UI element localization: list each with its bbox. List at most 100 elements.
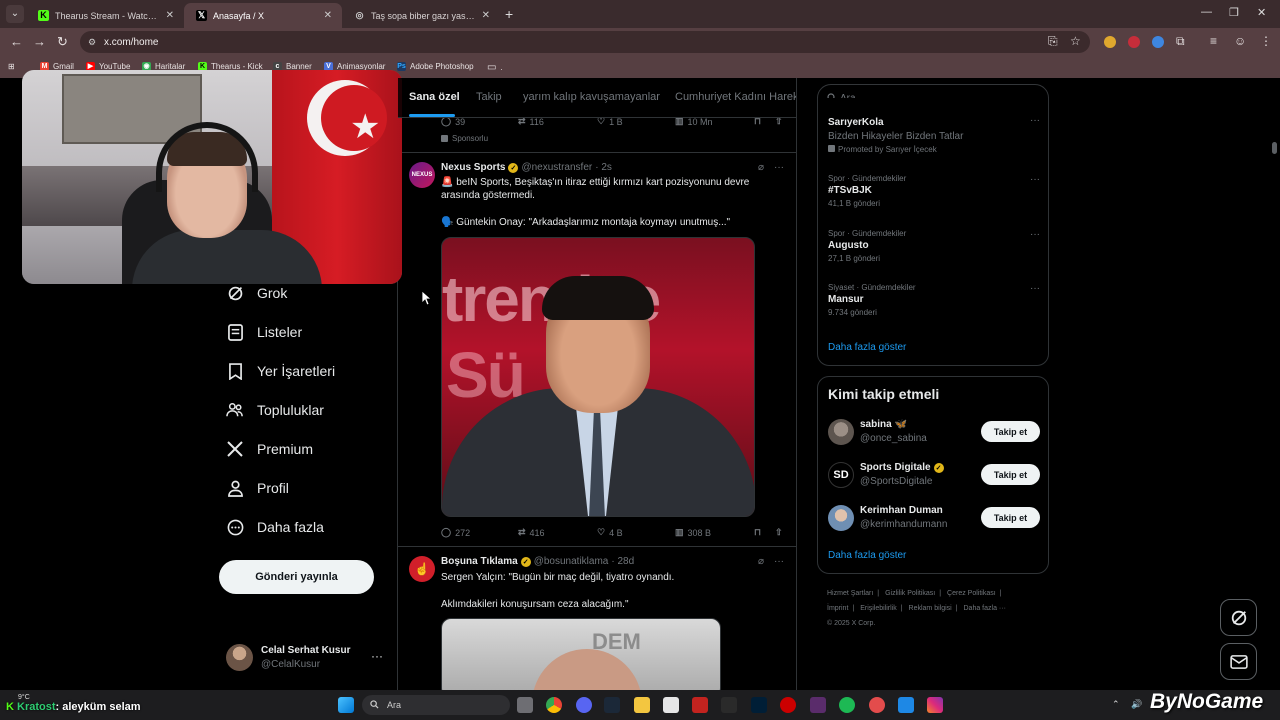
tweet-handle[interactable]: @nexustransfer bbox=[521, 162, 592, 173]
footer-link[interactable]: İmprint bbox=[827, 605, 848, 612]
footer-link[interactable]: Erişilebilirlik bbox=[860, 605, 897, 612]
new-tab-button[interactable]: + bbox=[505, 6, 513, 22]
more-dots-icon[interactable]: ··· bbox=[1030, 229, 1040, 240]
tweet-author-name[interactable]: Nexus Sports bbox=[441, 162, 505, 173]
browser-tab-thearus[interactable]: K Thearus Stream - Watch Live on ✕ bbox=[26, 3, 184, 28]
tweet-avatar[interactable]: ☝ bbox=[409, 556, 435, 582]
nav-item-listeler[interactable]: Listeler bbox=[226, 323, 302, 341]
suggestion-row[interactable]: sabina 🦋 @once_sabina Takip et bbox=[828, 417, 1040, 449]
cast-icon[interactable]: ⎘ bbox=[1048, 34, 1058, 49]
chrome-icon[interactable] bbox=[546, 697, 562, 713]
share-button[interactable]: ⇧ bbox=[775, 527, 783, 538]
messages-floating-button[interactable] bbox=[1220, 643, 1257, 680]
app-icon[interactable] bbox=[810, 697, 826, 713]
reading-list-icon[interactable]: ≡ bbox=[1210, 34, 1217, 48]
tweet-time[interactable]: · 28d bbox=[611, 556, 634, 567]
task-view-icon[interactable] bbox=[517, 697, 533, 713]
photoshop-icon[interactable] bbox=[751, 697, 767, 713]
tweet-handle[interactable]: @bosunatiklama bbox=[534, 556, 609, 567]
site-info-icon[interactable]: ⚙ bbox=[88, 37, 96, 48]
reply-button[interactable]: ◯ 272 bbox=[441, 527, 470, 538]
footer-link[interactable]: Gizlilik Politikası bbox=[885, 590, 935, 597]
tab-search-icon[interactable]: ⌄ bbox=[6, 5, 24, 23]
repost-button[interactable]: ⇄ 416 bbox=[518, 527, 545, 538]
steam-icon[interactable] bbox=[604, 697, 620, 713]
tab-list-1[interactable]: yarım kalıp kavuşamayanlar bbox=[523, 91, 660, 103]
more-dots-icon[interactable]: ··· bbox=[1030, 174, 1040, 185]
app-icon[interactable] bbox=[869, 697, 885, 713]
footer-link[interactable]: Çerez Politikası bbox=[947, 590, 996, 597]
capcut-icon[interactable] bbox=[663, 697, 679, 713]
suggestion-row[interactable]: SD Sports Digitale ✓ @SportsDigitale Taki… bbox=[828, 460, 1040, 492]
show-more-link[interactable]: Daha fazla göster bbox=[828, 342, 906, 353]
extension-icon[interactable] bbox=[1152, 36, 1164, 48]
nav-item-premium[interactable]: Premium bbox=[226, 440, 313, 458]
discord-icon[interactable] bbox=[576, 697, 592, 713]
close-icon[interactable]: ✕ bbox=[482, 10, 490, 21]
maximize-icon[interactable]: ❐ bbox=[1229, 6, 1239, 19]
tab-list-2[interactable]: Cumhuriyet Kadını Hareke bbox=[675, 91, 796, 103]
more-dots-icon[interactable]: ··· bbox=[1030, 115, 1040, 126]
app-icon[interactable] bbox=[780, 697, 796, 713]
weather-widget[interactable]: 9°C bbox=[18, 694, 30, 701]
grok-icon[interactable]: ⌀ bbox=[758, 556, 764, 567]
extension-icon[interactable] bbox=[1104, 36, 1116, 48]
close-icon[interactable]: ✕ bbox=[166, 10, 174, 21]
nav-item-grok[interactable]: Grok bbox=[226, 284, 287, 302]
apps-grid-icon[interactable]: ⊞ bbox=[8, 62, 15, 71]
profile-avatar-icon[interactable]: ☺ bbox=[1234, 34, 1246, 48]
game-launcher-icon[interactable] bbox=[692, 697, 708, 713]
app-icon[interactable] bbox=[898, 697, 914, 713]
back-icon[interactable]: ← bbox=[10, 34, 23, 49]
account-switcher[interactable]: Celal Serhat Kusur @CelalKusur ··· bbox=[226, 642, 386, 674]
like-button[interactable]: ♡ 4 B bbox=[597, 527, 623, 538]
trend-item[interactable]: Siyaset · Gündemdekiler Mansur 9.734 gön… bbox=[828, 283, 1040, 317]
trend-item[interactable]: Spor · Gündemdekiler #TSvBJK 41,1 B gönd… bbox=[828, 174, 1040, 208]
bookmark-folder[interactable]: ▭ . bbox=[487, 62, 503, 73]
browser-tab-search[interactable]: ◎ Taş sopa biber gazı yasak mı ✕ bbox=[342, 3, 500, 28]
follow-button[interactable]: Takip et bbox=[981, 507, 1040, 528]
tweet-media-image[interactable]: DEM bbox=[441, 618, 721, 690]
bookmark-button[interactable]: ⊓ bbox=[754, 527, 761, 538]
reload-icon[interactable]: ↻ bbox=[57, 34, 68, 50]
more-dots-icon[interactable]: ··· bbox=[774, 162, 784, 173]
address-bar[interactable]: x.com/home bbox=[80, 31, 1090, 53]
trend-item[interactable]: Spor · Gündemdekiler Augusto 27,1 B gönd… bbox=[828, 229, 1040, 263]
instagram-icon[interactable] bbox=[927, 697, 943, 713]
extension-icon[interactable] bbox=[1128, 36, 1140, 48]
follow-button[interactable]: Takip et bbox=[981, 464, 1040, 485]
show-more-link[interactable]: Daha fazla göster bbox=[828, 550, 906, 561]
more-dots-icon[interactable]: ··· bbox=[774, 556, 784, 567]
tweet-media-image[interactable]: trendye Sü ig bbox=[441, 237, 755, 517]
footer-link[interactable]: Hizmet Şartları bbox=[827, 590, 873, 597]
extensions-puzzle-icon[interactable]: ⧉ bbox=[1176, 34, 1185, 49]
tab-sana-ozel[interactable]: Sana özel bbox=[409, 91, 460, 103]
tray-overflow-icon[interactable]: ⌃ bbox=[1112, 699, 1120, 710]
nav-item-topluluklar[interactable]: Topluluklar bbox=[226, 401, 324, 419]
tweet-avatar[interactable]: NEXUS bbox=[409, 162, 435, 188]
file-explorer-icon[interactable] bbox=[634, 697, 650, 713]
nav-item-profil[interactable]: Profil bbox=[226, 479, 289, 497]
bookmark-star-icon[interactable]: ☆ bbox=[1070, 34, 1081, 48]
views-button[interactable]: ▥ 308 B bbox=[675, 527, 711, 538]
bookmark-photoshop[interactable]: Ps Adobe Photoshop bbox=[397, 62, 474, 71]
nav-item-daha-fazla[interactable]: Daha fazla bbox=[226, 518, 324, 536]
spotify-icon[interactable] bbox=[839, 697, 855, 713]
post-button[interactable]: Gönderi yayınla bbox=[219, 560, 374, 594]
follow-button[interactable]: Takip et bbox=[981, 421, 1040, 442]
tweet-author-name[interactable]: Boşuna Tıklama bbox=[441, 556, 518, 567]
taskbar-search[interactable]: Ara bbox=[362, 695, 510, 715]
tweet-time[interactable]: · 2s bbox=[595, 162, 612, 173]
menu-dots-icon[interactable]: ⋮ bbox=[1260, 34, 1272, 48]
footer-link[interactable]: Daha fazla ··· bbox=[964, 605, 1006, 612]
volume-icon[interactable]: 🔊 bbox=[1131, 699, 1142, 710]
grok-icon[interactable]: ⌀ bbox=[758, 162, 764, 173]
trend-item[interactable]: SarıyerKola Bizden Hikayeler Bizden Tatl… bbox=[828, 115, 1040, 154]
more-dots-icon[interactable]: ··· bbox=[1030, 283, 1040, 294]
tab-takip[interactable]: Takip bbox=[476, 91, 502, 103]
windows-start-icon[interactable] bbox=[338, 697, 354, 713]
suggestion-row[interactable]: Kerimhan Duman @kerimhandumann Takip et bbox=[828, 503, 1040, 535]
minimize-icon[interactable]: — bbox=[1201, 6, 1212, 18]
scrollbar-thumb[interactable] bbox=[1272, 142, 1277, 154]
epic-games-icon[interactable] bbox=[721, 697, 737, 713]
